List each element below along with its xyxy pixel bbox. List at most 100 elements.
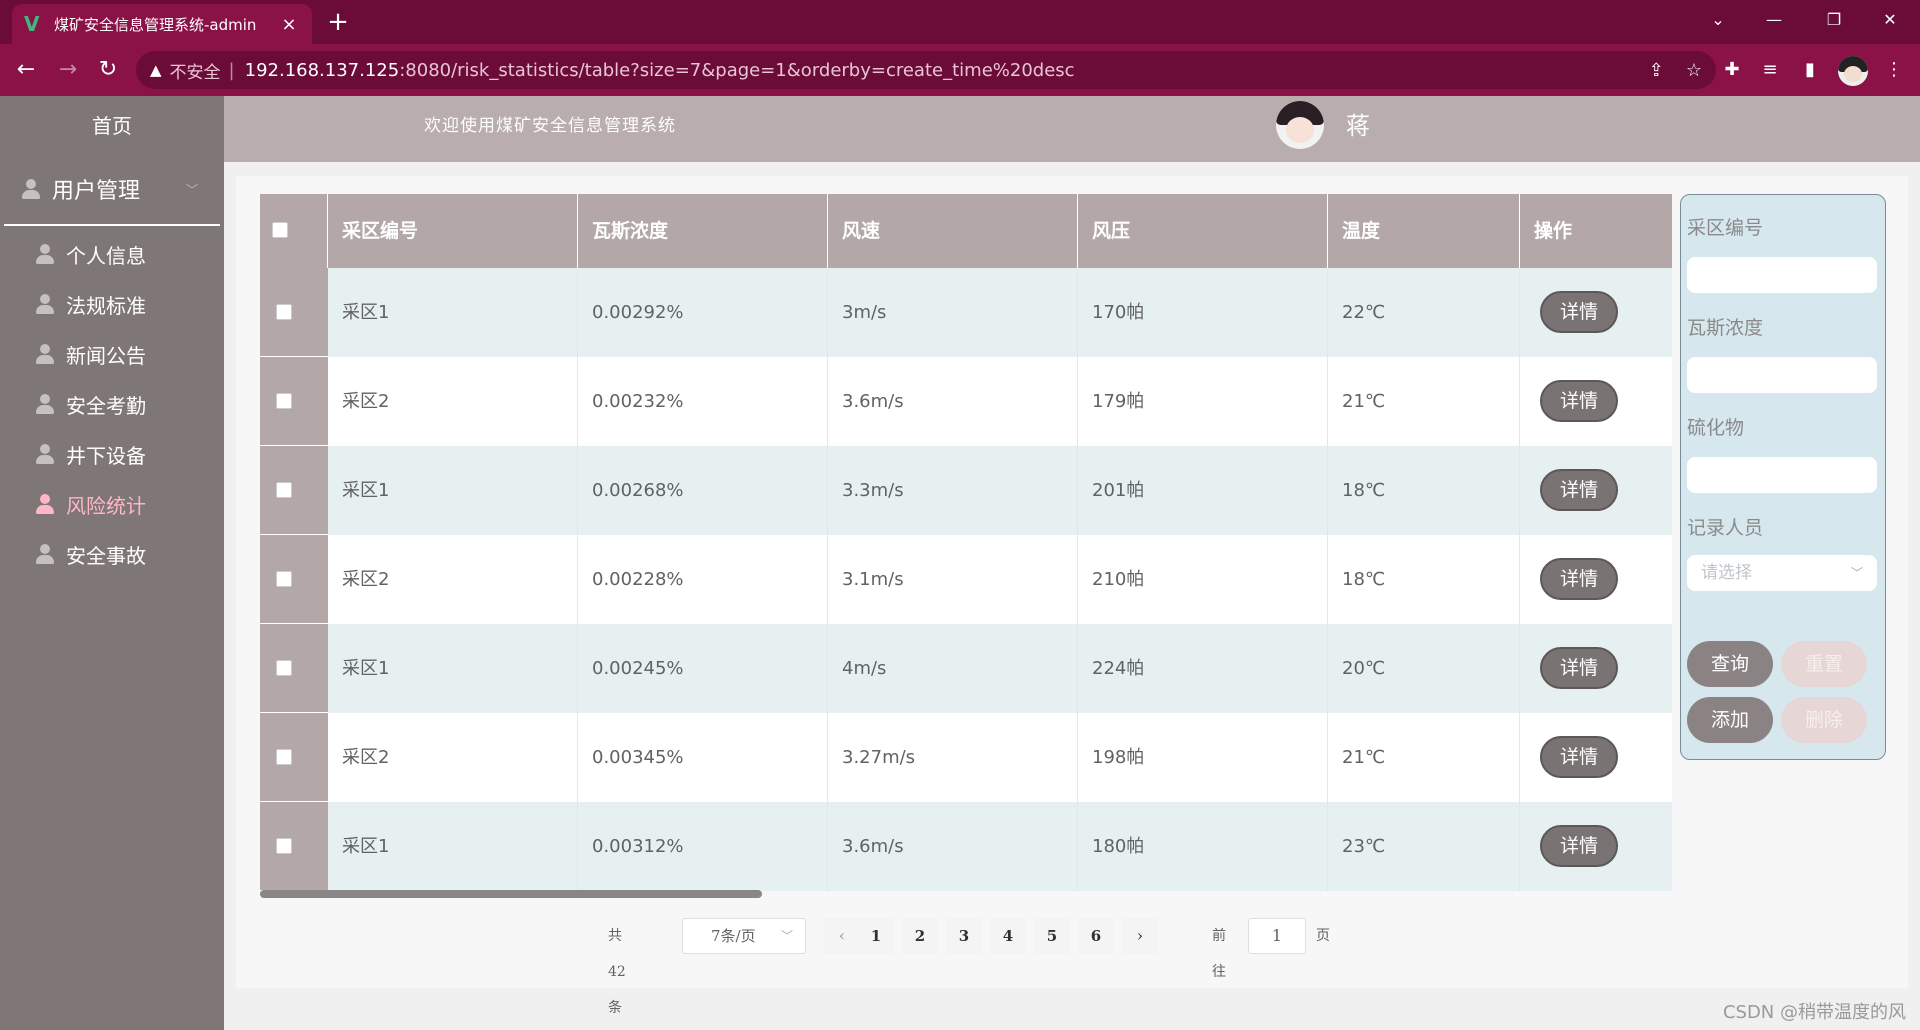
- page-suffix: 页: [1316, 928, 1330, 944]
- sidebar-item-news[interactable]: 新闻公告: [0, 329, 224, 379]
- row-select-cell: [260, 713, 328, 802]
- sidebar: 首页 用户管理 ﹀ 个人信息 法规标准 新闻公告 安全考勤 井下设备 风险统计 …: [0, 96, 224, 1030]
- url-host: 192.168.137.125: [244, 59, 400, 81]
- horizontal-scrollbar[interactable]: [260, 890, 762, 898]
- forward-button[interactable]: →: [52, 54, 84, 86]
- area-code-input[interactable]: [1687, 257, 1877, 293]
- goto-label: 前往: [1212, 928, 1226, 980]
- table-cell: 采区1: [328, 624, 578, 713]
- user-name[interactable]: 蒋: [1346, 96, 1370, 156]
- tab-close-icon[interactable]: ×: [278, 14, 300, 35]
- row-checkbox[interactable]: [276, 660, 292, 676]
- sidebar-item-equipment[interactable]: 井下设备: [0, 429, 224, 479]
- page-number[interactable]: 6: [1078, 918, 1114, 954]
- row-checkbox[interactable]: [276, 393, 292, 409]
- chevron-down-icon: ﹀: [780, 929, 793, 943]
- next-page-button[interactable]: ›: [1122, 918, 1158, 954]
- table-cell: 0.00268%: [578, 446, 828, 535]
- row-select-cell: [260, 535, 328, 624]
- user-icon: [36, 444, 54, 464]
- user-icon: [36, 544, 54, 564]
- table-cell: 3.1m/s: [828, 535, 1078, 624]
- table-cell: 0.00292%: [578, 268, 828, 357]
- row-checkbox[interactable]: [276, 482, 292, 498]
- detail-button[interactable]: 详情: [1540, 736, 1618, 778]
- media-queue-icon[interactable]: ≡: [1756, 56, 1784, 84]
- detail-button[interactable]: 详情: [1540, 291, 1618, 333]
- close-window-button[interactable]: ✕: [1862, 0, 1918, 40]
- page-number[interactable]: 5: [1034, 918, 1070, 954]
- detail-button[interactable]: 详情: [1540, 558, 1618, 600]
- profile-avatar[interactable]: [1838, 56, 1868, 86]
- user-avatar[interactable]: [1276, 101, 1324, 149]
- back-button[interactable]: ←: [10, 54, 42, 86]
- sidebar-item-accidents[interactable]: 安全事故: [0, 529, 224, 579]
- goto-page-input[interactable]: 1: [1248, 918, 1306, 954]
- page-number[interactable]: 2: [902, 918, 938, 954]
- side-panel-icon[interactable]: ▮: [1796, 56, 1824, 84]
- column-header[interactable]: 温度: [1328, 194, 1520, 268]
- page-number[interactable]: 4: [990, 918, 1026, 954]
- delete-button[interactable]: 删除: [1781, 697, 1867, 743]
- table-cell: 20℃: [1328, 624, 1520, 713]
- avatar-face: [1844, 66, 1862, 82]
- sidebar-item-profile[interactable]: 个人信息: [0, 229, 224, 279]
- detail-button[interactable]: 详情: [1540, 647, 1618, 689]
- row-checkbox[interactable]: [276, 304, 292, 320]
- column-header[interactable]: 瓦斯浓度: [578, 194, 828, 268]
- browser-tab[interactable]: V 煤矿安全信息管理系统-admin ×: [12, 4, 312, 44]
- url-text[interactable]: 192.168.137.125:8080/risk_statistics/tab…: [245, 60, 1075, 81]
- new-tab-button[interactable]: +: [322, 6, 354, 38]
- sidebar-item-label: 个人信息: [66, 243, 146, 268]
- sidebar-item-label: 新闻公告: [66, 343, 146, 368]
- query-button[interactable]: 查询: [1687, 641, 1773, 687]
- table-cell: 224帕: [1078, 624, 1328, 713]
- row-checkbox[interactable]: [276, 749, 292, 765]
- share-icon[interactable]: ⇪: [1649, 60, 1664, 81]
- tab-search-icon[interactable]: ⌄: [1690, 0, 1746, 40]
- reload-button[interactable]: ↻: [92, 54, 124, 86]
- sidebar-item-attendance[interactable]: 安全考勤: [0, 379, 224, 429]
- sidebar-item-label: 安全考勤: [66, 393, 146, 418]
- restore-button[interactable]: ❐: [1806, 0, 1862, 40]
- detail-button[interactable]: 详情: [1540, 825, 1618, 867]
- sidebar-item-risk-statistics[interactable]: 风险统计: [0, 479, 224, 529]
- column-header[interactable]: 风速: [828, 194, 1078, 268]
- sidebar-group-user-management[interactable]: 用户管理 ﹀: [0, 156, 224, 222]
- table-cell: 采区1: [328, 268, 578, 357]
- detail-button[interactable]: 详情: [1540, 469, 1618, 511]
- gas-concentration-input[interactable]: [1687, 357, 1877, 393]
- insecure-label[interactable]: 不安全: [170, 58, 221, 83]
- table-cell: 采区2: [328, 713, 578, 802]
- bookmark-star-icon[interactable]: ☆: [1686, 60, 1702, 81]
- sidebar-item-regulations[interactable]: 法规标准: [0, 279, 224, 329]
- detail-button[interactable]: 详情: [1540, 380, 1618, 422]
- minimize-button[interactable]: —: [1746, 0, 1802, 40]
- kebab-menu-icon[interactable]: ⋮: [1880, 56, 1908, 84]
- table-cell: 4m/s: [828, 624, 1078, 713]
- data-table: 采区编号 瓦斯浓度 风速 风压 温度 操作 采区1 0.00292% 3m/s 170…: [260, 194, 1672, 908]
- reset-button[interactable]: 重置: [1781, 641, 1867, 687]
- sulfide-input[interactable]: [1687, 457, 1877, 493]
- address-bar[interactable]: ▲ 不安全 | 192.168.137.125:8080/risk_statis…: [136, 51, 1716, 89]
- row-checkbox[interactable]: [276, 571, 292, 587]
- prev-page-button[interactable]: ‹: [824, 918, 860, 954]
- column-header[interactable]: 采区编号: [328, 194, 578, 268]
- page-number[interactable]: 3: [946, 918, 982, 954]
- recorder-select[interactable]: 请选择 ﹀: [1687, 555, 1877, 591]
- column-header[interactable]: 风压: [1078, 194, 1328, 268]
- action-cell: 详情: [1520, 357, 1672, 446]
- add-button[interactable]: 添加: [1687, 697, 1773, 743]
- sidebar-home[interactable]: 首页: [0, 96, 224, 156]
- page-number[interactable]: 1: [858, 918, 894, 954]
- select-all-checkbox[interactable]: [272, 222, 288, 238]
- page-size-value: 7条/页: [711, 927, 756, 945]
- chevron-down-icon: ﹀: [185, 182, 198, 197]
- page-size-select[interactable]: 7条/页 ﹀: [682, 918, 806, 954]
- field-label: 瓦斯浓度: [1687, 317, 1764, 339]
- table-cell: 21℃: [1328, 713, 1520, 802]
- table-cell: 3.6m/s: [828, 802, 1078, 891]
- extensions-puzzle-icon[interactable]: ✚: [1718, 56, 1746, 84]
- row-checkbox[interactable]: [276, 838, 292, 854]
- table-row: 采区1 0.00312% 3.6m/s 180帕 23℃ 详情: [260, 802, 1672, 891]
